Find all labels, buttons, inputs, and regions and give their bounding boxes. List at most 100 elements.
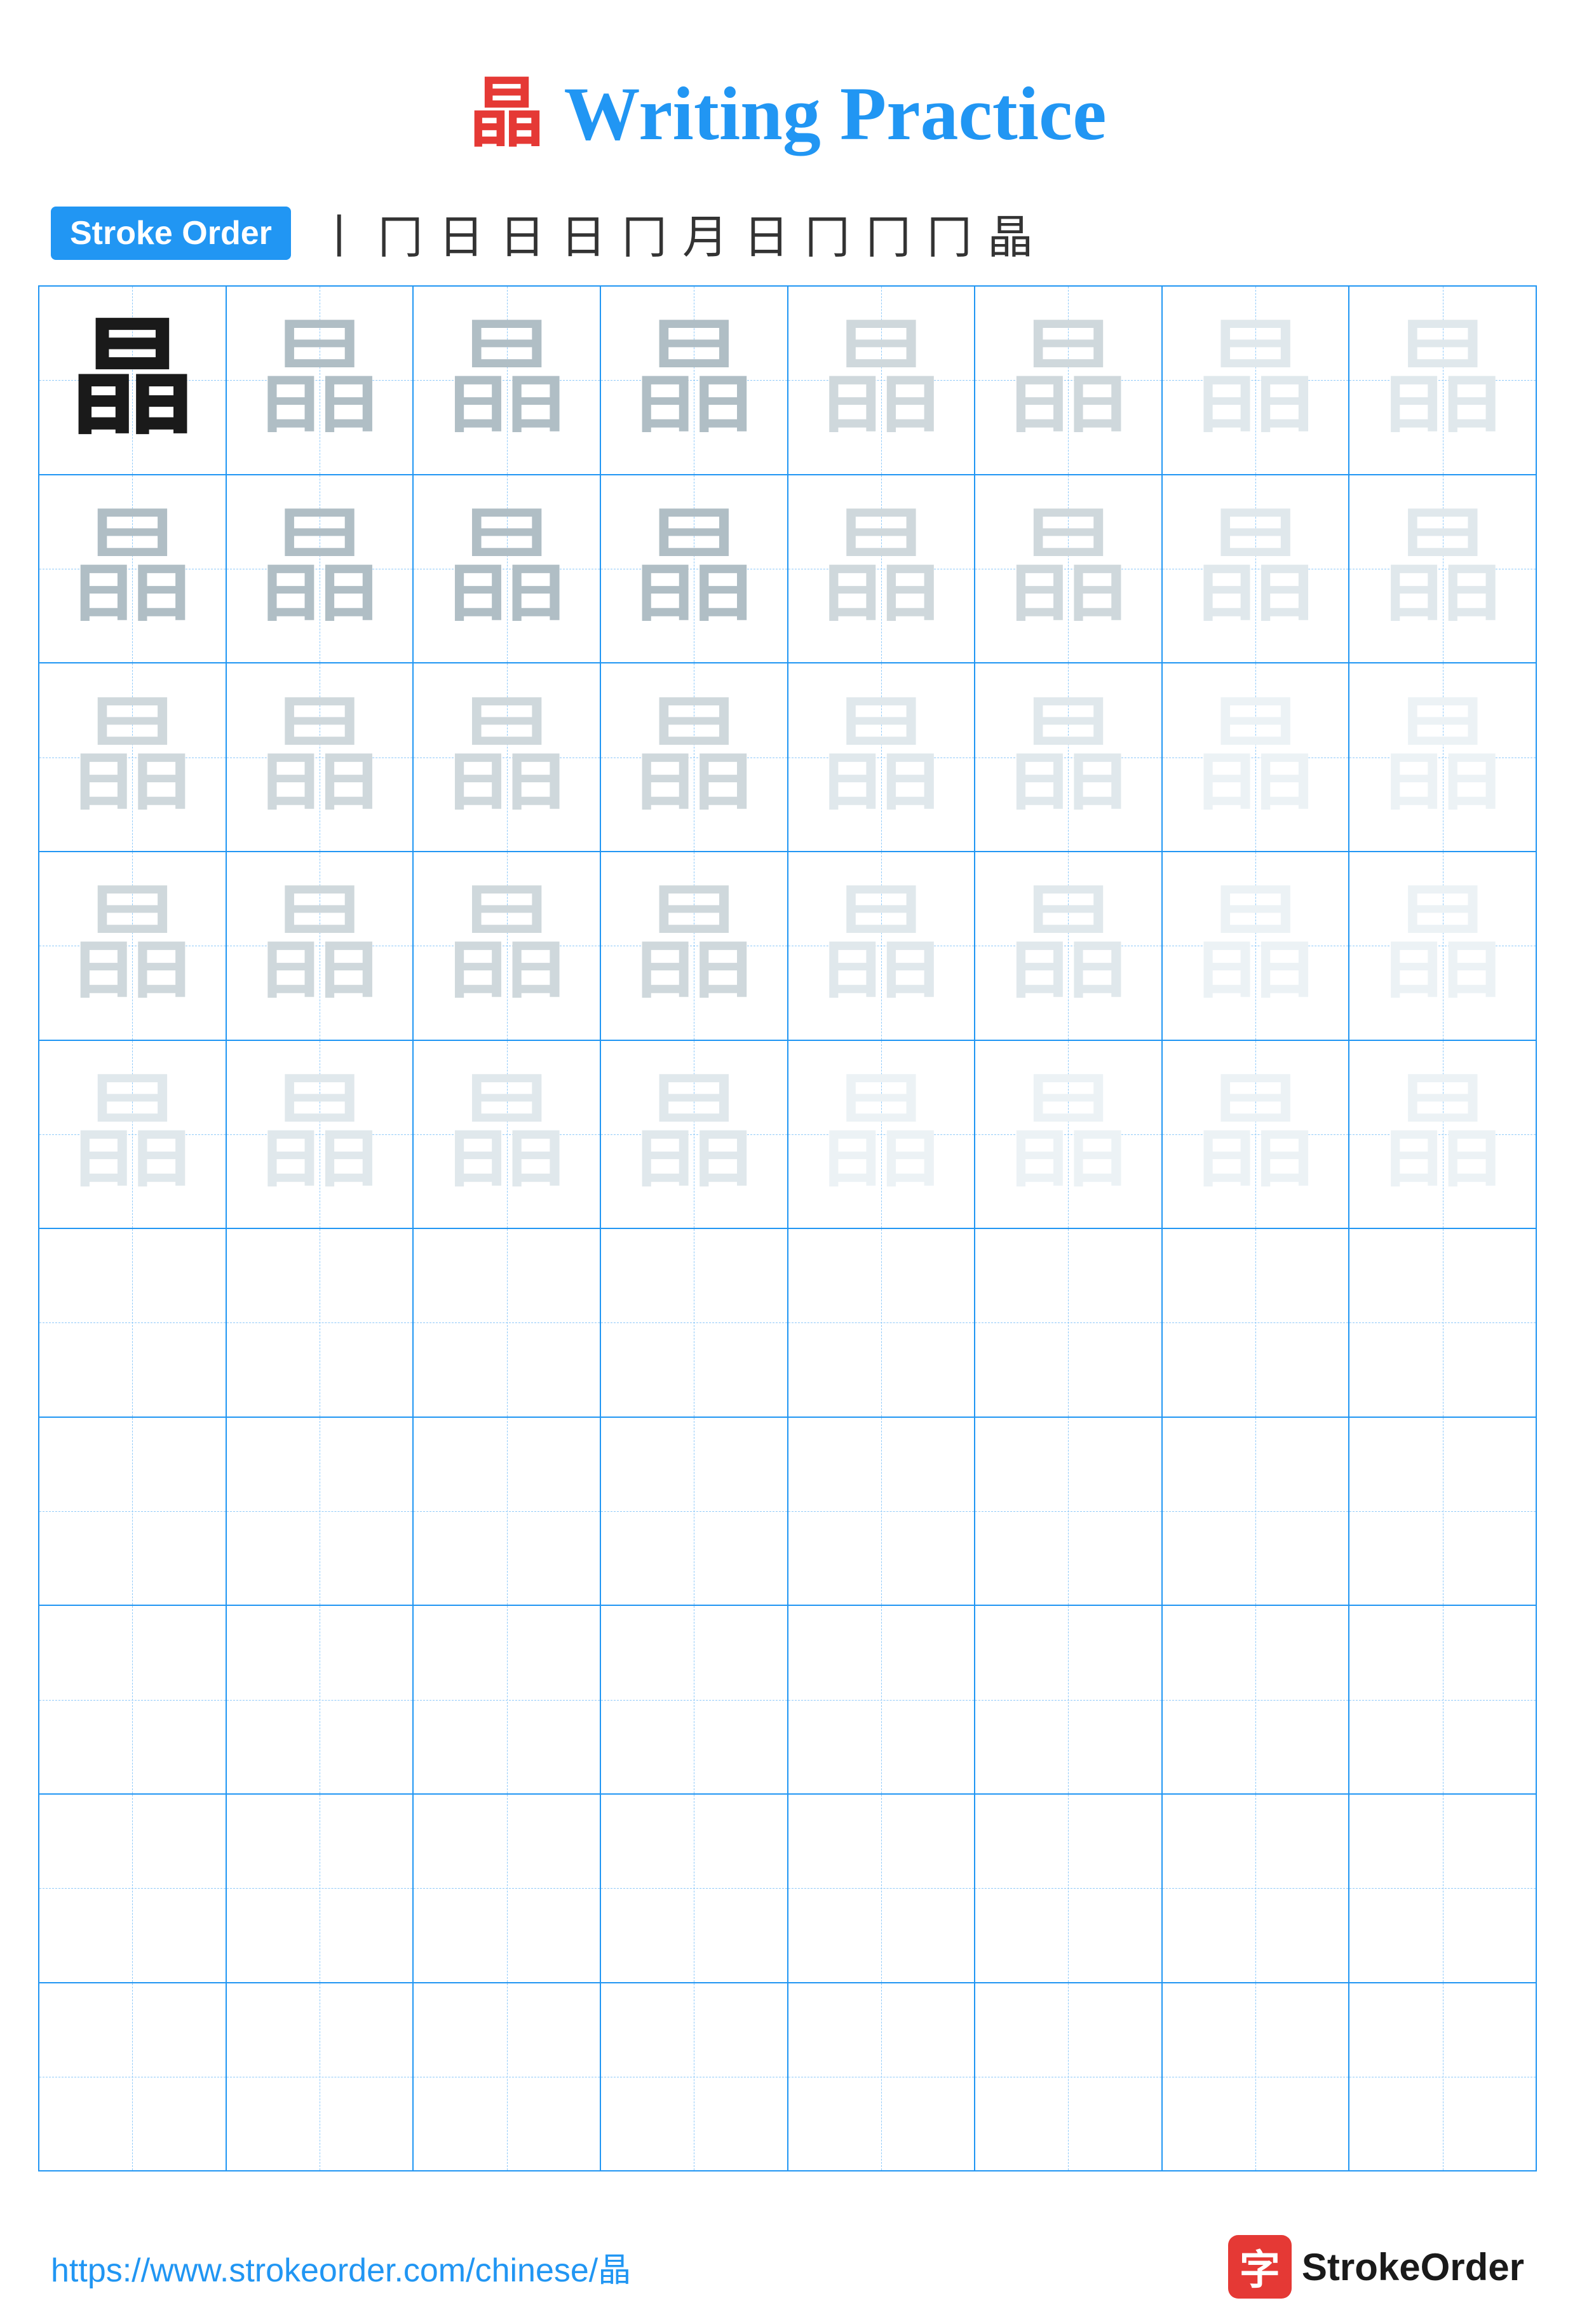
- practice-cell[interactable]: 晶: [601, 475, 788, 663]
- practice-cell[interactable]: [601, 1418, 788, 1605]
- practice-cell[interactable]: [1349, 1983, 1536, 2171]
- practice-cell[interactable]: [39, 1229, 227, 1417]
- practice-cell[interactable]: 晶: [975, 852, 1163, 1040]
- practice-cell[interactable]: [1163, 1229, 1350, 1417]
- practice-cell[interactable]: 晶: [788, 475, 976, 663]
- practice-cell[interactable]: [975, 1606, 1163, 1793]
- practice-cell[interactable]: 晶: [1163, 852, 1350, 1040]
- practice-cell[interactable]: [975, 1795, 1163, 1982]
- practice-row-6: [39, 1229, 1536, 1418]
- cell-character: 晶: [601, 852, 787, 1040]
- cell-character: 晶: [601, 287, 787, 474]
- practice-cell[interactable]: [975, 1418, 1163, 1605]
- practice-cell[interactable]: 晶: [1349, 852, 1536, 1040]
- stroke-8: 日: [743, 200, 789, 266]
- practice-cell[interactable]: [601, 1983, 788, 2171]
- practice-cell[interactable]: 晶: [601, 287, 788, 474]
- practice-cell[interactable]: 晶: [1349, 1041, 1536, 1228]
- practice-cell[interactable]: [414, 1983, 601, 2171]
- practice-cell[interactable]: 晶: [975, 475, 1163, 663]
- practice-cell[interactable]: 晶: [1163, 1041, 1350, 1228]
- practice-cell[interactable]: 晶: [39, 475, 227, 663]
- cell-character: 晶: [975, 287, 1161, 474]
- practice-cell[interactable]: [1163, 1606, 1350, 1793]
- practice-row-3: 晶 晶 晶 晶 晶 晶 晶 晶: [39, 663, 1536, 852]
- cell-character: 晶: [227, 852, 413, 1040]
- practice-cell[interactable]: [788, 1418, 976, 1605]
- practice-cell[interactable]: [1349, 1606, 1536, 1793]
- practice-cell[interactable]: 晶: [414, 475, 601, 663]
- practice-cell[interactable]: [39, 1983, 227, 2171]
- practice-cell[interactable]: [975, 1983, 1163, 2171]
- practice-cell[interactable]: [39, 1418, 227, 1605]
- practice-cell[interactable]: 晶: [788, 663, 976, 851]
- practice-cell[interactable]: 晶: [39, 1041, 227, 1228]
- practice-cell[interactable]: [788, 1983, 976, 2171]
- practice-cell[interactable]: [1349, 1418, 1536, 1605]
- practice-cell[interactable]: 晶: [601, 852, 788, 1040]
- practice-cell[interactable]: 晶: [601, 663, 788, 851]
- stroke-10: 冂: [865, 200, 911, 266]
- practice-cell[interactable]: [1163, 1795, 1350, 1982]
- practice-cell[interactable]: [1163, 1983, 1350, 2171]
- practice-row-9: [39, 1795, 1536, 1983]
- practice-cell[interactable]: 晶: [414, 287, 601, 474]
- practice-cell[interactable]: [1349, 1795, 1536, 1982]
- practice-cell[interactable]: 晶: [227, 663, 414, 851]
- practice-row-4: 晶 晶 晶 晶 晶 晶 晶 晶: [39, 852, 1536, 1041]
- practice-cell[interactable]: [414, 1606, 601, 1793]
- practice-cell[interactable]: [227, 1795, 414, 1982]
- practice-cell[interactable]: [1349, 1229, 1536, 1417]
- practice-cell[interactable]: 晶: [601, 1041, 788, 1228]
- practice-cell[interactable]: [414, 1229, 601, 1417]
- practice-cell[interactable]: 晶: [975, 287, 1163, 474]
- practice-cell[interactable]: [788, 1606, 976, 1793]
- practice-cell[interactable]: [1163, 1418, 1350, 1605]
- practice-cell[interactable]: [227, 1229, 414, 1417]
- cell-character: 晶: [1163, 1041, 1349, 1228]
- cell-character: 晶: [788, 663, 975, 851]
- practice-cell[interactable]: [975, 1229, 1163, 1417]
- practice-cell[interactable]: 晶: [227, 852, 414, 1040]
- practice-cell[interactable]: [414, 1418, 601, 1605]
- practice-cell[interactable]: [601, 1229, 788, 1417]
- practice-cell[interactable]: 晶: [975, 1041, 1163, 1228]
- practice-cell[interactable]: 晶: [39, 287, 227, 474]
- practice-cell[interactable]: 晶: [39, 663, 227, 851]
- practice-cell[interactable]: [414, 1795, 601, 1982]
- practice-cell[interactable]: [39, 1606, 227, 1793]
- practice-cell[interactable]: 晶: [975, 663, 1163, 851]
- practice-cell[interactable]: 晶: [227, 287, 414, 474]
- stroke-4: 日: [499, 200, 545, 266]
- practice-cell[interactable]: 晶: [1349, 663, 1536, 851]
- practice-cell[interactable]: [39, 1795, 227, 1982]
- practice-cell[interactable]: 晶: [788, 287, 976, 474]
- practice-cell[interactable]: 晶: [1349, 287, 1536, 474]
- practice-cell[interactable]: 晶: [1163, 663, 1350, 851]
- cell-character: 晶: [788, 287, 975, 474]
- cell-character: 晶: [1349, 852, 1536, 1040]
- footer-url[interactable]: https://www.strokeorder.com/chinese/晶: [51, 2243, 631, 2291]
- practice-cell[interactable]: [227, 1983, 414, 2171]
- practice-cell[interactable]: 晶: [788, 852, 976, 1040]
- practice-cell[interactable]: 晶: [414, 663, 601, 851]
- practice-cell[interactable]: [227, 1606, 414, 1793]
- practice-cell[interactable]: 晶: [1163, 475, 1350, 663]
- cell-character: 晶: [227, 1041, 413, 1228]
- practice-cell[interactable]: 晶: [227, 475, 414, 663]
- cell-character: 晶: [1163, 287, 1349, 474]
- practice-cell[interactable]: [227, 1418, 414, 1605]
- practice-cell[interactable]: [601, 1795, 788, 1982]
- practice-cell[interactable]: 晶: [1163, 287, 1350, 474]
- practice-cell[interactable]: 晶: [414, 1041, 601, 1228]
- practice-cell[interactable]: 晶: [1349, 475, 1536, 663]
- cell-character: 晶: [601, 475, 787, 663]
- practice-cell[interactable]: [788, 1229, 976, 1417]
- practice-cell[interactable]: 晶: [227, 1041, 414, 1228]
- practice-cell[interactable]: [788, 1795, 976, 1982]
- practice-cell[interactable]: 晶: [788, 1041, 976, 1228]
- practice-cell[interactable]: 晶: [414, 852, 601, 1040]
- cell-character: 晶: [975, 663, 1161, 851]
- practice-cell[interactable]: [601, 1606, 788, 1793]
- practice-cell[interactable]: 晶: [39, 852, 227, 1040]
